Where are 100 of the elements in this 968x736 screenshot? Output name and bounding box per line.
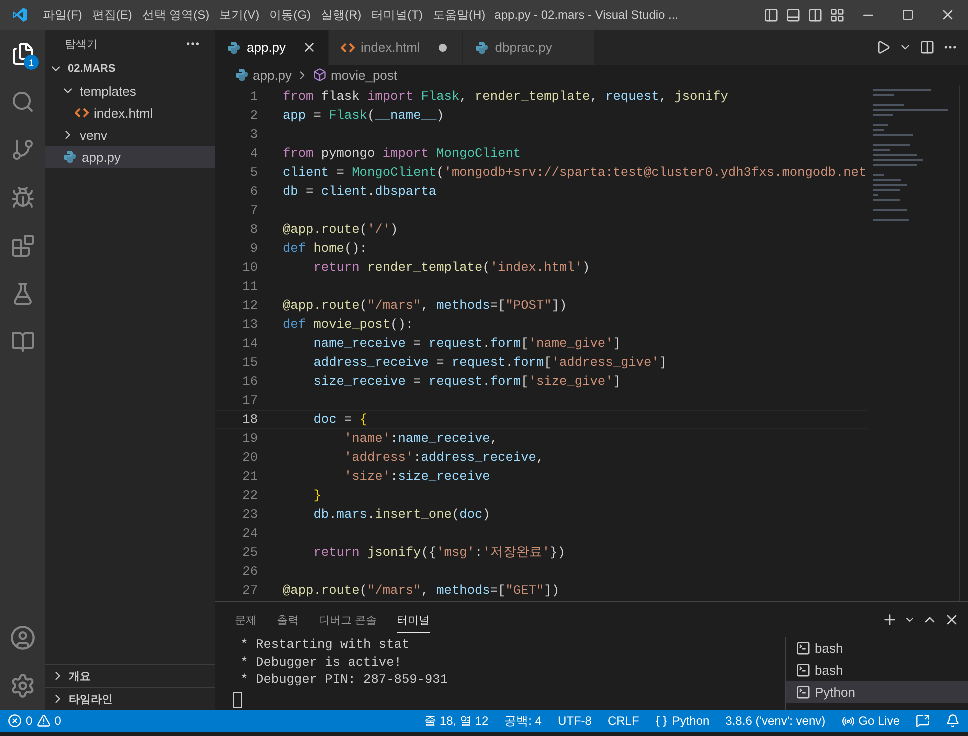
angle-brackets-icon	[75, 107, 89, 119]
editor-tab[interactable]: dbprac.py	[463, 30, 596, 65]
run-icon[interactable]	[876, 40, 891, 55]
terminal-icon	[796, 640, 811, 656]
menu-item[interactable]: 편집(E)	[87, 6, 138, 24]
menu-item[interactable]: 터미널(T)	[366, 6, 428, 24]
explorer-item[interactable]: app.py	[45, 146, 215, 168]
line-number: 3	[249, 127, 258, 142]
breadcrumb-file[interactable]: app.py	[253, 68, 292, 82]
warning-icon	[36, 714, 51, 728]
breadcrumb-symbol[interactable]: movie_post	[331, 68, 398, 82]
code-line: db.mars.insert_one(doc)	[312, 507, 490, 522]
explorer-root[interactable]: 02.MARS	[45, 58, 215, 80]
line-number: 23	[242, 507, 258, 522]
line-number: 7	[249, 203, 258, 218]
window-title: app.py - 02.mars - Visual Studio ...	[494, 8, 679, 22]
line-number: 24	[242, 526, 258, 541]
editor-tab[interactable]: app.py	[215, 30, 330, 65]
line-number: 4	[249, 146, 258, 161]
encoding-status[interactable]: UTF-8	[550, 714, 600, 728]
interpreter-status[interactable]: 3.8.6 ('venv': venv)	[718, 714, 834, 728]
app-logo-icon	[12, 7, 28, 23]
code-line: size_receive = request.form['size_give']	[312, 374, 621, 389]
terminal-item[interactable]: Python	[786, 681, 968, 703]
menu-item[interactable]: 도움말(H)	[428, 6, 491, 24]
code-line: 'name':name_receive,	[343, 431, 498, 446]
cube-icon	[313, 68, 328, 82]
python-file-icon	[475, 40, 490, 54]
indentation-status[interactable]: 공백: 4	[496, 712, 550, 730]
menu-item[interactable]: 선택 영역(S)	[137, 6, 215, 24]
code-line: @app.route('/')	[283, 222, 398, 237]
line-number: 12	[242, 298, 258, 313]
error-count: 0	[26, 714, 33, 728]
line-number: 6	[249, 184, 258, 199]
code-line: def movie_post():	[283, 317, 414, 332]
account-icon[interactable]	[10, 625, 36, 651]
branch-icon[interactable]	[10, 138, 34, 162]
panel-tab[interactable]: 터미널	[397, 606, 430, 632]
menu-item[interactable]: 이동(G)	[264, 6, 316, 24]
grid-layout-icon[interactable]	[830, 8, 844, 22]
angle-brackets-icon	[341, 42, 356, 54]
line-number: 15	[242, 355, 258, 370]
panel-tab[interactable]: 출력	[277, 606, 299, 632]
code-line: client = MongoClient('mongodb+srv://sparta:test@cluster0.ydh3fxs.mongodb.net	[283, 165, 867, 180]
line-number: 9	[249, 241, 258, 256]
line-number: 25	[242, 545, 258, 560]
split-editor-icon[interactable]	[920, 40, 935, 55]
line-number: 26	[242, 564, 258, 579]
line-number: 18	[242, 412, 258, 427]
line-number: 21	[242, 469, 258, 484]
code-line: db = client.dbsparta	[283, 184, 437, 199]
line-number: 5	[249, 165, 258, 180]
panel-tab[interactable]: 문제	[235, 606, 257, 632]
line-number: 8	[249, 222, 258, 237]
menu-item[interactable]: 보기(V)	[214, 6, 265, 24]
explorer-item[interactable]: venv	[45, 124, 215, 146]
code-line: @app.route("/mars", methods=["POST"])	[283, 298, 568, 313]
files-icon[interactable]	[10, 42, 34, 66]
panel-tab[interactable]: 디버그 콘솔	[319, 606, 378, 632]
code-line: }	[312, 488, 322, 503]
go-live-button[interactable]: Go Live	[834, 714, 908, 728]
sidebar-section[interactable]: 개요	[45, 664, 215, 687]
explorer-item[interactable]: index.html	[45, 102, 215, 124]
blocks-icon[interactable]	[10, 234, 34, 258]
book-icon[interactable]	[10, 330, 34, 354]
editor-tab[interactable]: index.html	[329, 30, 464, 65]
line-number: 14	[242, 336, 258, 351]
code-line: name_receive = request.form['name_give']	[312, 336, 621, 351]
line-number: 1	[249, 89, 258, 104]
menu-item[interactable]: 실행(R)	[316, 6, 367, 24]
code-line: 'address':address_receive,	[343, 450, 544, 465]
code-line: 'size':size_receive	[343, 469, 490, 484]
line-number: 2	[249, 108, 258, 123]
terminal-line: * Debugger PIN: 287-859-931	[240, 672, 450, 689]
line-ending-status[interactable]: CRLF	[600, 714, 648, 728]
language-mode[interactable]: Python	[647, 714, 718, 728]
explorer-item[interactable]: templates	[45, 80, 215, 102]
line-number: 11	[242, 279, 258, 294]
plus-icon[interactable]	[882, 612, 898, 628]
panel-layout-icon[interactable]	[786, 8, 800, 22]
menu-item[interactable]: 파일(F)	[38, 6, 88, 24]
search-icon[interactable]	[10, 90, 34, 114]
split-layout-icon[interactable]	[808, 8, 822, 22]
modified-dot	[439, 44, 448, 52]
line-number: 20	[242, 450, 258, 465]
feedback-icon[interactable]	[916, 714, 930, 728]
terminal-icon	[796, 662, 811, 678]
sidebar-layout-icon[interactable]	[764, 8, 778, 22]
notification-badge: 1	[24, 55, 39, 70]
problems-status[interactable]: 0 0	[0, 714, 70, 728]
line-number: 17	[242, 393, 258, 408]
maximize-icon[interactable]	[902, 9, 914, 21]
terminal-item[interactable]: bash	[786, 637, 968, 659]
bell-icon[interactable]	[946, 714, 960, 728]
line-number: 22	[242, 488, 258, 503]
code-line: @app.route("/mars", methods=["GET"])	[283, 583, 560, 598]
cursor-position[interactable]: 줄 18, 열 12	[416, 712, 497, 730]
settings-icon[interactable]	[10, 673, 36, 699]
terminal-item[interactable]: bash	[786, 659, 968, 681]
bug-icon[interactable]	[10, 186, 34, 210]
